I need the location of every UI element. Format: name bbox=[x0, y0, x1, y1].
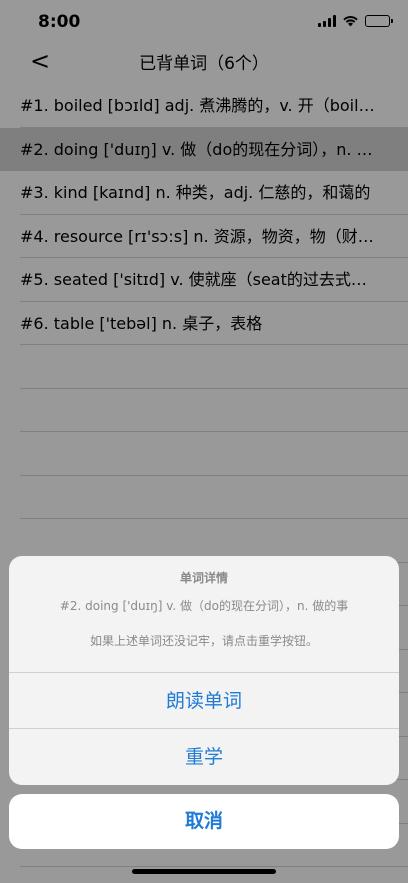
relearn-button[interactable]: 重学 bbox=[9, 729, 399, 785]
screen: 8:00 < 已背单词（6个） #1. boiled [bɔɪld] adj. … bbox=[0, 0, 408, 883]
cancel-button[interactable]: 取消 bbox=[9, 794, 399, 849]
word-detail-text: #2. doing ['duɪŋ] v. 做（do的现在分词），n. 做的事 bbox=[59, 599, 349, 613]
action-sheet-header: 单词详情 #2. doing ['duɪŋ] v. 做（do的现在分词），n. … bbox=[9, 556, 399, 673]
action-sheet: 单词详情 #2. doing ['duɪŋ] v. 做（do的现在分词），n. … bbox=[9, 556, 399, 785]
relearn-hint-text: 如果上述单词还没记牢，请点击重学按钮。 bbox=[89, 634, 318, 648]
cancel-sheet: 取消 bbox=[9, 794, 399, 849]
read-word-button[interactable]: 朗读单词 bbox=[9, 673, 399, 729]
home-indicator[interactable] bbox=[132, 869, 276, 874]
action-sheet-title: 单词详情 bbox=[179, 571, 228, 585]
